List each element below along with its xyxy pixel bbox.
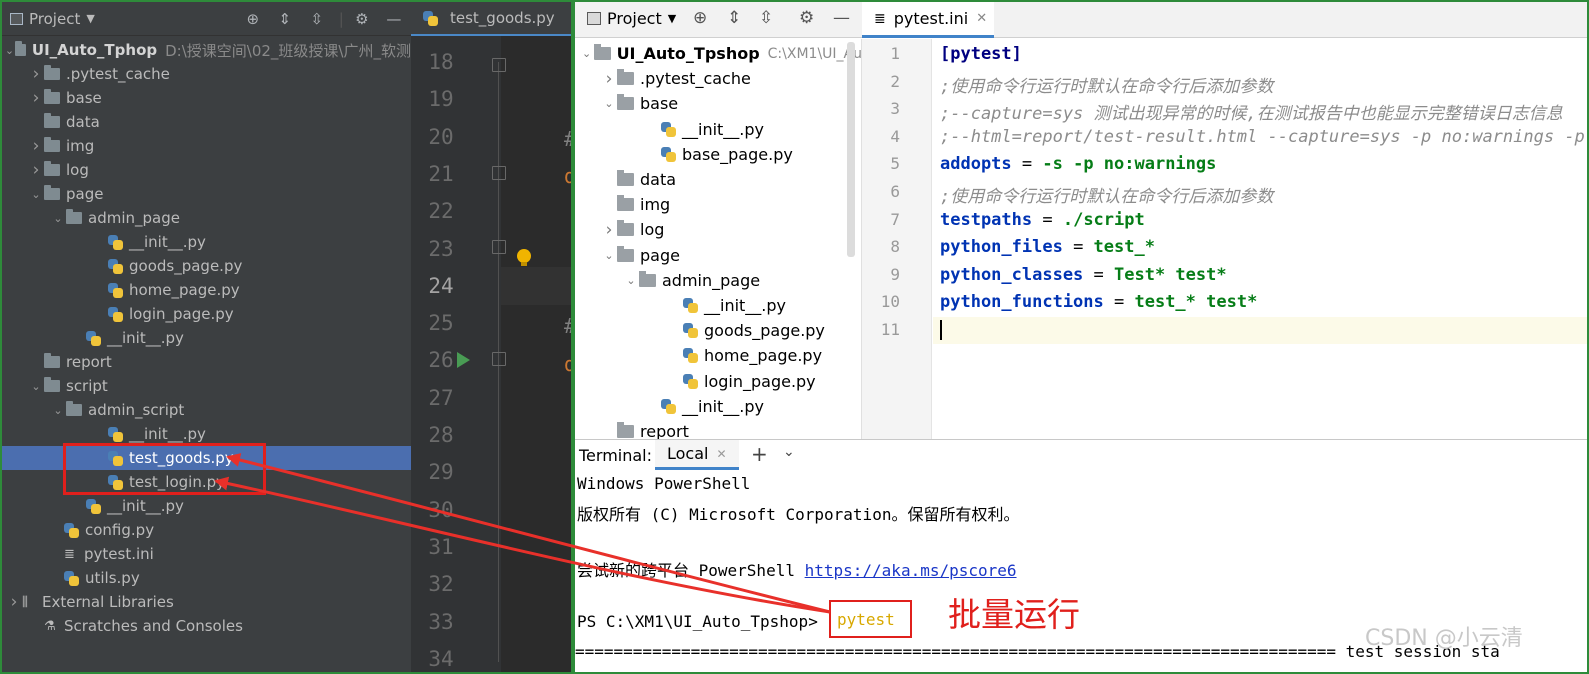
overlay: [0, 0, 1589, 674]
highlight-box-test-files: [63, 443, 266, 495]
